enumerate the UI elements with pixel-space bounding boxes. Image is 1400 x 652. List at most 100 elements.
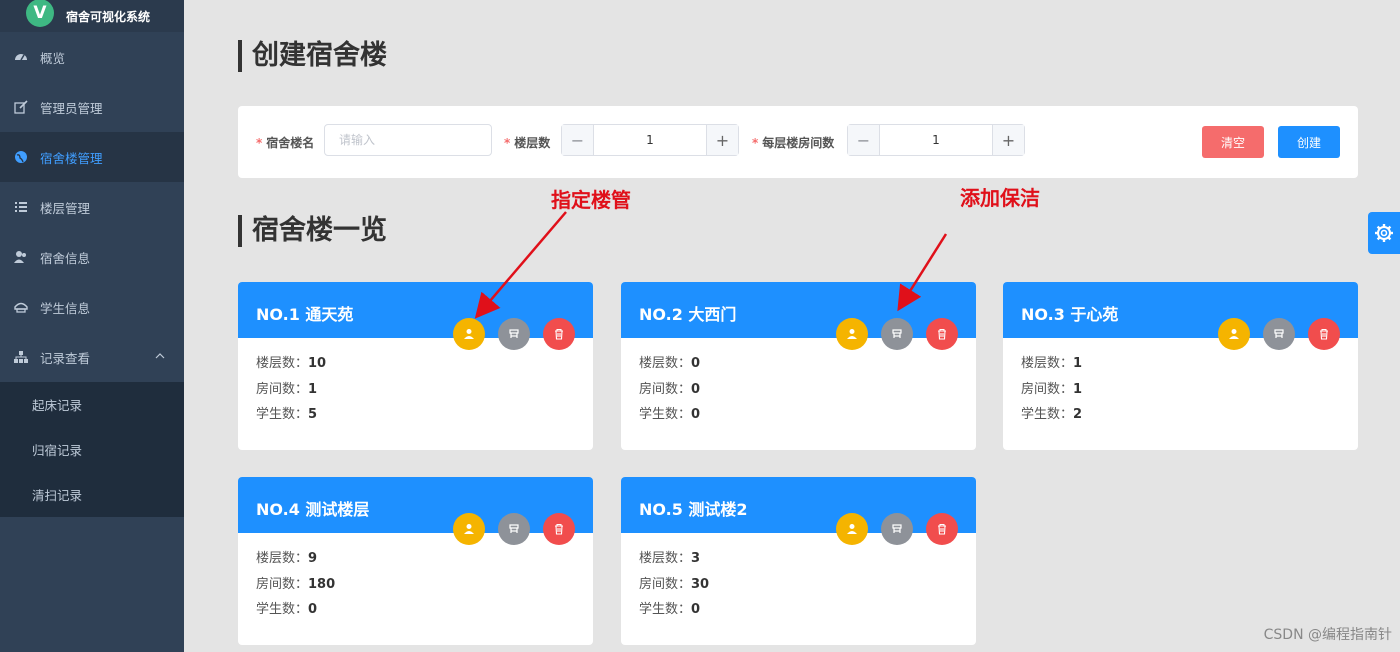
assign-manager-button[interactable] xyxy=(453,513,485,545)
sidebar-item-records[interactable]: 记录查看 xyxy=(0,332,184,382)
list-icon xyxy=(14,200,28,214)
delete-building-button[interactable] xyxy=(543,513,575,545)
rooms-label: * 每层楼房间数 xyxy=(752,136,835,150)
assign-manager-button[interactable] xyxy=(453,318,485,350)
sidebar-item-overview[interactable]: 概览 xyxy=(0,32,184,82)
building-card-body: 楼层数：1 房间数：1 学生数：2 xyxy=(1003,338,1358,433)
students-stat: 学生数：2 xyxy=(1021,407,1083,422)
building-actions xyxy=(1218,318,1340,350)
building-name: NO.3 于心苑 xyxy=(1021,305,1119,324)
sidebar-item-label: 宿舍楼管理 xyxy=(40,150,103,166)
building-card-body: 楼层数：9 房间数：180 学生数：0 xyxy=(238,533,593,628)
create-button[interactable]: 创建 xyxy=(1278,126,1340,158)
building-card-header: NO.5 测试楼2 xyxy=(621,477,976,545)
settings-tab[interactable] xyxy=(1368,212,1400,254)
sidebar-item-admin[interactable]: 管理员管理 xyxy=(0,82,184,132)
add-cleaner-button[interactable] xyxy=(881,513,913,545)
user-icon xyxy=(463,328,475,340)
assign-manager-button[interactable] xyxy=(1218,318,1250,350)
rooms-stat: 房间数：30 xyxy=(639,576,710,592)
broom-icon xyxy=(891,523,903,535)
sidebar-item-label: 记录查看 xyxy=(40,350,91,366)
broom-icon xyxy=(508,523,520,535)
students-stat: 学生数：0 xyxy=(256,602,318,617)
rooms-decrement-button[interactable]: − xyxy=(848,125,880,155)
building-card: NO.1 通天苑楼层数：10 房间数：1 学生数：5 xyxy=(238,282,593,450)
users-icon xyxy=(14,250,28,264)
sidebar: V 宿舍可视化系统 概览 管理员管理 宿舍楼管理 楼层管理 宿舍信息 学生信息 … xyxy=(0,0,184,652)
add-cleaner-button[interactable] xyxy=(498,318,530,350)
building-name-input[interactable] xyxy=(324,124,492,156)
records-submenu: 起床记录 归宿记录 清扫记录 xyxy=(0,382,184,517)
floors-stepper[interactable]: − 1 + xyxy=(561,124,739,156)
building-name: NO.5 测试楼2 xyxy=(639,500,748,519)
building-card-body: 楼层数：10 房间数：1 学生数：5 xyxy=(238,338,593,433)
trash-icon xyxy=(1318,328,1330,340)
floors-decrement-button[interactable]: − xyxy=(562,125,594,155)
create-form: *宿舍楼名 *楼层数 − 1 + *每层楼房间数 − 1 + 清空 创建 xyxy=(238,106,1358,178)
floors-stat: 楼层数：3 xyxy=(639,551,701,566)
clear-button[interactable]: 清空 xyxy=(1202,126,1264,158)
sidebar-subitem-wakeup[interactable]: 起床记录 xyxy=(0,382,184,427)
add-cleaner-button[interactable] xyxy=(498,513,530,545)
broom-icon xyxy=(508,328,520,340)
logo-badge: V xyxy=(26,0,54,27)
add-cleaner-button[interactable] xyxy=(1263,318,1295,350)
building-actions xyxy=(453,513,575,545)
building-actions xyxy=(836,318,958,350)
rooms-increment-button[interactable]: + xyxy=(992,125,1024,155)
sidebar-item-buildings[interactable]: 宿舍楼管理 xyxy=(0,132,184,182)
building-actions xyxy=(453,318,575,350)
sitemap-icon xyxy=(14,350,28,364)
rooms-stat: 房间数：180 xyxy=(256,576,336,592)
helmet-icon xyxy=(14,300,28,314)
building-card-header: NO.1 通天苑 xyxy=(238,282,593,350)
rooms-value[interactable]: 1 xyxy=(880,125,992,155)
building-name: NO.4 测试楼层 xyxy=(256,500,370,519)
sidebar-item-floors[interactable]: 楼层管理 xyxy=(0,182,184,232)
watermark: CSDN @编程指南针 xyxy=(1263,627,1392,643)
annotation-add-cleaner: 添加保洁 xyxy=(960,186,1040,210)
building-card: NO.2 大西门 楼层数：0 房间数：0 学生数：0 xyxy=(621,282,976,450)
user-icon xyxy=(463,523,475,535)
name-label: * 宿舍楼名 xyxy=(256,136,315,150)
add-cleaner-button[interactable] xyxy=(881,318,913,350)
assign-manager-button[interactable] xyxy=(836,318,868,350)
sidebar-item-label: 楼层管理 xyxy=(40,200,91,216)
rooms-stepper[interactable]: − 1 + xyxy=(847,124,1025,156)
building-name: NO.1 通天苑 xyxy=(256,305,354,324)
building-card-body: 楼层数：0 房间数：0 学生数：0 xyxy=(621,338,976,433)
floors-stat: 楼层数：10 xyxy=(256,356,327,371)
sidebar-item-label: 学生信息 xyxy=(40,300,91,316)
sidebar-subitem-cleaning[interactable]: 清扫记录 xyxy=(0,472,184,517)
delete-building-button[interactable] xyxy=(926,318,958,350)
sidebar-item-dorms[interactable]: 宿舍信息 xyxy=(0,232,184,282)
building-card: NO.4 测试楼层 楼层数：9 房间数：180 学生数：0 xyxy=(238,477,593,645)
building-card-body: 楼层数：3 房间数：30 学生数：0 xyxy=(621,533,976,628)
floors-value[interactable]: 1 xyxy=(594,125,706,155)
assign-manager-button[interactable] xyxy=(836,513,868,545)
delete-building-button[interactable] xyxy=(543,318,575,350)
logo[interactable]: V 宿舍可视化系统 xyxy=(0,0,184,32)
floors-increment-button[interactable]: + xyxy=(706,125,738,155)
chevron-up-icon xyxy=(155,353,165,359)
rooms-stat: 房间数：0 xyxy=(639,381,701,397)
user-icon xyxy=(846,328,858,340)
sidebar-item-students[interactable]: 学生信息 xyxy=(0,282,184,332)
annotation-assign-manager: 指定楼管 xyxy=(551,188,631,212)
floors-stat: 楼层数：1 xyxy=(1021,356,1083,371)
floors-label: * 楼层数 xyxy=(504,136,551,150)
students-stat: 学生数：0 xyxy=(639,602,701,617)
delete-building-button[interactable] xyxy=(926,513,958,545)
user-icon xyxy=(1228,328,1240,340)
sidebar-subitem-return[interactable]: 归宿记录 xyxy=(0,427,184,472)
building-actions xyxy=(836,513,958,545)
trash-icon xyxy=(936,328,948,340)
floors-stat: 楼层数：0 xyxy=(639,356,701,371)
dashboard-icon xyxy=(14,50,28,64)
building-card: NO.5 测试楼2 楼层数：3 房间数：30 学生数：0 xyxy=(621,477,976,645)
app-title: 宿舍可视化系统 xyxy=(66,9,151,24)
delete-building-button[interactable] xyxy=(1308,318,1340,350)
students-stat: 学生数：0 xyxy=(639,407,701,422)
sidebar-item-label: 管理员管理 xyxy=(40,100,103,116)
